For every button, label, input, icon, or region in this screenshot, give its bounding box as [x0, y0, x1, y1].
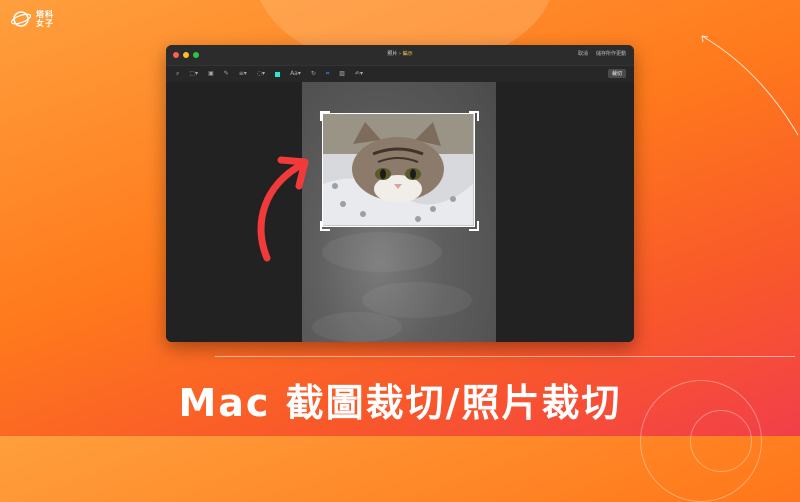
font-icon[interactable]: Aa▾: [290, 71, 301, 77]
crop-tool-icon[interactable]: ⌗: [326, 71, 329, 77]
planet-icon: [10, 11, 32, 27]
markup-icon[interactable]: ▨: [339, 71, 345, 77]
sign-icon[interactable]: ✍▾: [355, 71, 363, 77]
brand-text-line1: 塔科: [36, 10, 54, 19]
shape-select-icon[interactable]: ⬚▾: [189, 71, 198, 77]
border-style-icon[interactable]: ◌▾: [257, 71, 265, 77]
crop-handle-top-left[interactable]: [320, 111, 330, 121]
magnifier-icon[interactable]: ⌕: [176, 71, 179, 77]
markup-toolbar: ⌕ ⬚▾ ▣ ✎ ≡▾ ◌▾ Aa▾ ↻ ⌗ ▨ ✍▾ 裁切: [166, 65, 634, 83]
image-canvas: [166, 82, 634, 342]
cancel-button[interactable]: 取消: [578, 50, 588, 57]
decorative-arc: [701, 35, 799, 136]
window-title: 照片 › 編示: [166, 50, 634, 57]
crop-handle-bottom-right[interactable]: [469, 221, 479, 231]
red-arrow-icon: [257, 156, 309, 262]
crop-button[interactable]: 裁切: [607, 69, 626, 78]
decorative-line: [215, 356, 795, 357]
cat-photo: [323, 114, 473, 225]
pen-icon[interactable]: ✎: [224, 71, 229, 77]
crop-handle-top-right[interactable]: [469, 111, 479, 121]
crop-handle-bottom-left[interactable]: [320, 221, 330, 231]
title-sub: 編示: [402, 51, 413, 57]
brand-text-line2: 女子: [36, 19, 54, 28]
crop-rect-icon[interactable]: ▣: [208, 71, 214, 77]
title-bar: 照片 › 編示 取消 儲存所作更動: [166, 45, 634, 65]
brand-logo: 塔科 女子: [10, 8, 54, 30]
line-style-icon[interactable]: ≡▾: [239, 71, 247, 77]
title-actions: 取消 儲存所作更動: [578, 50, 626, 57]
fill-color-swatch[interactable]: [275, 71, 281, 77]
rotate-icon[interactable]: ↻: [311, 71, 316, 77]
save-changes-button[interactable]: 儲存所作更動: [596, 50, 626, 57]
photos-window: 照片 › 編示 取消 儲存所作更動 ⌕ ⬚▾ ▣ ✎ ≡▾ ◌▾ Aa▾ ↻ ⌗…: [166, 45, 634, 342]
caption-title: Mac 截圖裁切/照片裁切: [178, 381, 622, 425]
crop-selection[interactable]: [322, 113, 475, 227]
title-main: 照片: [387, 51, 398, 57]
